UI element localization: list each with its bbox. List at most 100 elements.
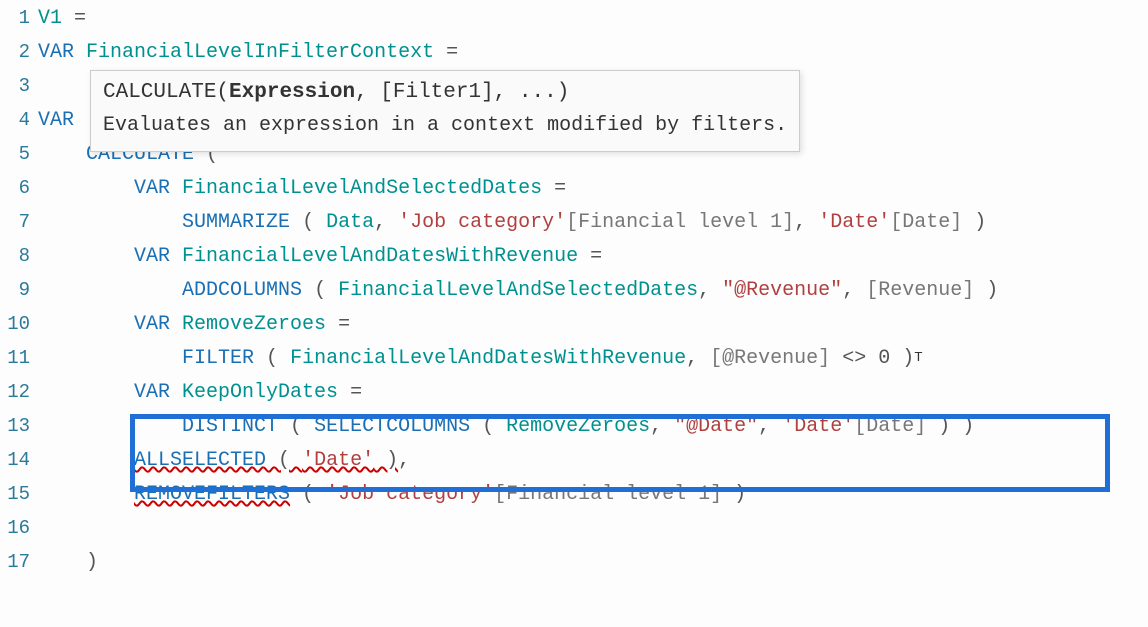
line-number: 12 xyxy=(0,376,38,408)
line-number: 2 xyxy=(0,36,38,68)
keyword-var: VAR xyxy=(134,177,170,200)
identifier: RemoveZeroes xyxy=(170,313,326,336)
tooltip-description: Evaluates an expression in a context mod… xyxy=(103,111,787,141)
identifier: FinancialLevelAndSelectedDates xyxy=(170,177,542,200)
paren-open: ( xyxy=(254,347,290,370)
code-line[interactable]: 10 VAR RemoveZeroes = xyxy=(0,308,1148,342)
comma: , xyxy=(650,415,674,438)
function-removefilters: REMOVEFILTERS xyxy=(134,483,290,506)
paren-close: ) xyxy=(722,483,746,506)
code-content[interactable] xyxy=(38,512,1148,546)
comma: , xyxy=(698,279,722,302)
identifier: FinancialLevelAndDatesWithRevenue xyxy=(170,245,578,268)
code-line[interactable]: 2 VAR FinancialLevelInFilterContext = xyxy=(0,36,1148,70)
operator-equals: = xyxy=(326,313,350,336)
line-number: 5 xyxy=(0,138,38,170)
identifier: RemoveZeroes xyxy=(506,415,650,438)
function-filter: FILTER xyxy=(182,347,254,370)
code-line[interactable]: 3 CALCULATE(Expression, [Filter1], ...) … xyxy=(0,70,1148,104)
identifier: FinancialLevelAndDatesWithRevenue xyxy=(290,347,686,370)
string-literal: 'Date' xyxy=(818,211,890,234)
line-number: 15 xyxy=(0,478,38,510)
paren-open: ( xyxy=(290,211,326,234)
keyword-var: VAR xyxy=(38,109,74,132)
operator-equals: = xyxy=(542,177,566,200)
string-literal: 'Date' xyxy=(302,449,374,472)
code-content[interactable]: VAR RemoveZeroes = xyxy=(38,308,1148,342)
column-ref: [Revenue] xyxy=(866,279,974,302)
code-content[interactable]: VAR FinancialLevelInFilterContext = xyxy=(38,36,1148,70)
column-ref: [@Revenue] xyxy=(710,347,830,370)
paren-open: ( xyxy=(290,483,326,506)
intellisense-tooltip: CALCULATE(Expression, [Filter1], ...) Ev… xyxy=(90,70,800,152)
keyword-var: VAR xyxy=(134,313,170,336)
column-ref: [Date] xyxy=(854,415,926,438)
code-content[interactable]: DISTINCT ( SELECTCOLUMNS ( RemoveZeroes,… xyxy=(38,410,1148,444)
code-content[interactable]: VAR FinancialLevelAndSelectedDates = xyxy=(38,172,1148,206)
code-line[interactable]: 17 ) xyxy=(0,546,1148,580)
code-line[interactable]: 6 VAR FinancialLevelAndSelectedDates = xyxy=(0,172,1148,206)
code-line[interactable]: 7 SUMMARIZE ( Data, 'Job category'[Finan… xyxy=(0,206,1148,240)
identifier: KeepOnlyDates xyxy=(170,381,338,404)
paren-close: ) xyxy=(962,211,986,234)
column-ref: [Date] xyxy=(890,211,962,234)
comma: , xyxy=(794,211,818,234)
function-addcolumns: ADDCOLUMNS xyxy=(182,279,302,302)
line-number: 7 xyxy=(0,206,38,238)
code-content[interactable]: ADDCOLUMNS ( FinancialLevelAndSelectedDa… xyxy=(38,274,1148,308)
line-number: 13 xyxy=(0,410,38,442)
line-number: 10 xyxy=(0,308,38,340)
string-literal: "@Revenue" xyxy=(722,279,842,302)
literal-zero: 0 xyxy=(878,347,890,370)
operator-neq: <> xyxy=(830,347,878,370)
identifier: V1 xyxy=(38,7,62,30)
operator-equals: = xyxy=(62,7,86,30)
function-selectcolumns: SELECTCOLUMNS xyxy=(314,415,470,438)
keyword-var: VAR xyxy=(134,245,170,268)
code-line[interactable]: 15 REMOVEFILTERS ( 'Job category'[Financ… xyxy=(0,478,1148,512)
function-summarize: SUMMARIZE xyxy=(182,211,290,234)
code-content[interactable]: SUMMARIZE ( Data, 'Job category'[Financi… xyxy=(38,206,1148,240)
comma: , xyxy=(842,279,866,302)
text-cursor: T xyxy=(914,350,922,366)
column-ref: [Financial level 1] xyxy=(494,483,722,506)
code-content[interactable]: V1 = xyxy=(38,2,1148,36)
identifier: FinancialLevelAndSelectedDates xyxy=(338,279,698,302)
code-content[interactable]: REMOVEFILTERS ( 'Job category'[Financial… xyxy=(38,478,1148,512)
code-line[interactable]: 9 ADDCOLUMNS ( FinancialLevelAndSelected… xyxy=(0,274,1148,308)
identifier: Data xyxy=(326,211,374,234)
code-line[interactable]: 1 V1 = xyxy=(0,2,1148,36)
tooltip-rest: , [Filter1], ...) xyxy=(355,81,569,104)
code-line[interactable]: 14 ALLSELECTED ( 'Date' ), xyxy=(0,444,1148,478)
code-line[interactable]: 11 FILTER ( FinancialLevelAndDatesWithRe… xyxy=(0,342,1148,376)
code-line[interactable]: 12 VAR KeepOnlyDates = xyxy=(0,376,1148,410)
string-literal: 'Date' xyxy=(782,415,854,438)
code-content[interactable]: VAR FinancialLevelAndDatesWithRevenue = xyxy=(38,240,1148,274)
code-line[interactable]: 8 VAR FinancialLevelAndDatesWithRevenue … xyxy=(0,240,1148,274)
paren-close: ) xyxy=(374,449,398,472)
comma: , xyxy=(398,449,410,472)
code-content[interactable]: ALLSELECTED ( 'Date' ), xyxy=(38,444,1148,478)
comma: , xyxy=(686,347,710,370)
line-number: 6 xyxy=(0,172,38,204)
paren-close: ) xyxy=(974,279,998,302)
keyword-var: VAR xyxy=(134,381,170,404)
tooltip-fn-name: CALCULATE xyxy=(103,81,216,104)
line-number: 11 xyxy=(0,342,38,374)
code-content[interactable]: VAR KeepOnlyDates = xyxy=(38,376,1148,410)
comma: , xyxy=(374,211,398,234)
paren-open: ( xyxy=(470,415,506,438)
code-content[interactable]: FILTER ( FinancialLevelAndDatesWithReven… xyxy=(38,342,1148,376)
line-number: 17 xyxy=(0,546,38,578)
paren-close: ) xyxy=(890,347,914,370)
comma: , xyxy=(758,415,782,438)
code-line[interactable]: 16 xyxy=(0,512,1148,546)
paren-close: ) xyxy=(86,551,98,574)
paren-open: ( xyxy=(278,415,314,438)
code-content[interactable]: ) xyxy=(38,546,1148,580)
code-editor[interactable]: 1 V1 = 2 VAR FinancialLevelInFilterConte… xyxy=(0,2,1148,580)
column-ref: [Financial level 1] xyxy=(566,211,794,234)
line-number: 9 xyxy=(0,274,38,306)
line-number: 3 xyxy=(0,70,38,102)
code-line[interactable]: 13 DISTINCT ( SELECTCOLUMNS ( RemoveZero… xyxy=(0,410,1148,444)
